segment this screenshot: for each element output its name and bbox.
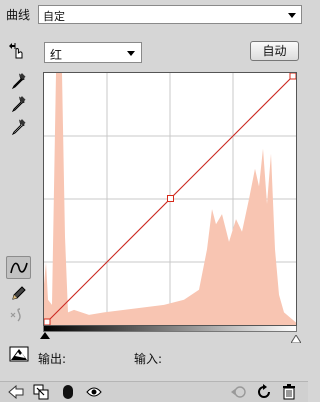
white-point-eyedropper-icon[interactable] xyxy=(7,117,29,139)
clipping-warning-icon[interactable] xyxy=(8,343,30,365)
back-arrow-icon[interactable] xyxy=(8,384,24,400)
gray-point-eyedropper-icon[interactable] xyxy=(7,94,29,116)
channel-value: 红 xyxy=(50,48,63,62)
curve-canvas[interactable] xyxy=(43,72,297,326)
chevron-down-icon xyxy=(127,51,135,56)
mask-icon[interactable] xyxy=(60,384,76,400)
preset-value: 自定 xyxy=(43,10,65,23)
pencil-draw-icon[interactable] xyxy=(8,282,30,304)
curve-control-point[interactable] xyxy=(289,72,297,80)
auto-button[interactable]: 自动 xyxy=(250,41,299,61)
input-label: 输入: xyxy=(134,352,163,366)
channel-select[interactable]: 红 xyxy=(44,42,142,63)
curve-control-point[interactable] xyxy=(166,195,174,203)
smooth-curve-icon[interactable] xyxy=(8,304,30,326)
output-label: 输出: xyxy=(38,352,67,366)
view-previous-state-icon[interactable] xyxy=(230,384,246,400)
panel-title: 曲线 xyxy=(6,8,31,22)
black-point-slider[interactable] xyxy=(40,332,50,339)
preset-select[interactable]: 自定 xyxy=(38,5,302,24)
white-point-slider[interactable] xyxy=(290,332,302,344)
curve-control-point[interactable] xyxy=(43,318,51,326)
visibility-eye-icon[interactable] xyxy=(86,384,102,400)
black-point-eyedropper-icon[interactable] xyxy=(7,71,29,93)
chevron-down-icon xyxy=(288,13,296,18)
curve-graph[interactable] xyxy=(43,72,297,326)
clip-to-layer-icon[interactable] xyxy=(33,384,49,400)
on-image-adjust-icon[interactable] xyxy=(6,40,28,62)
delete-trash-icon[interactable] xyxy=(281,384,297,400)
reset-icon[interactable] xyxy=(256,384,272,400)
curve-point-tool-icon[interactable] xyxy=(6,256,31,279)
input-gradient-bar xyxy=(43,326,297,332)
